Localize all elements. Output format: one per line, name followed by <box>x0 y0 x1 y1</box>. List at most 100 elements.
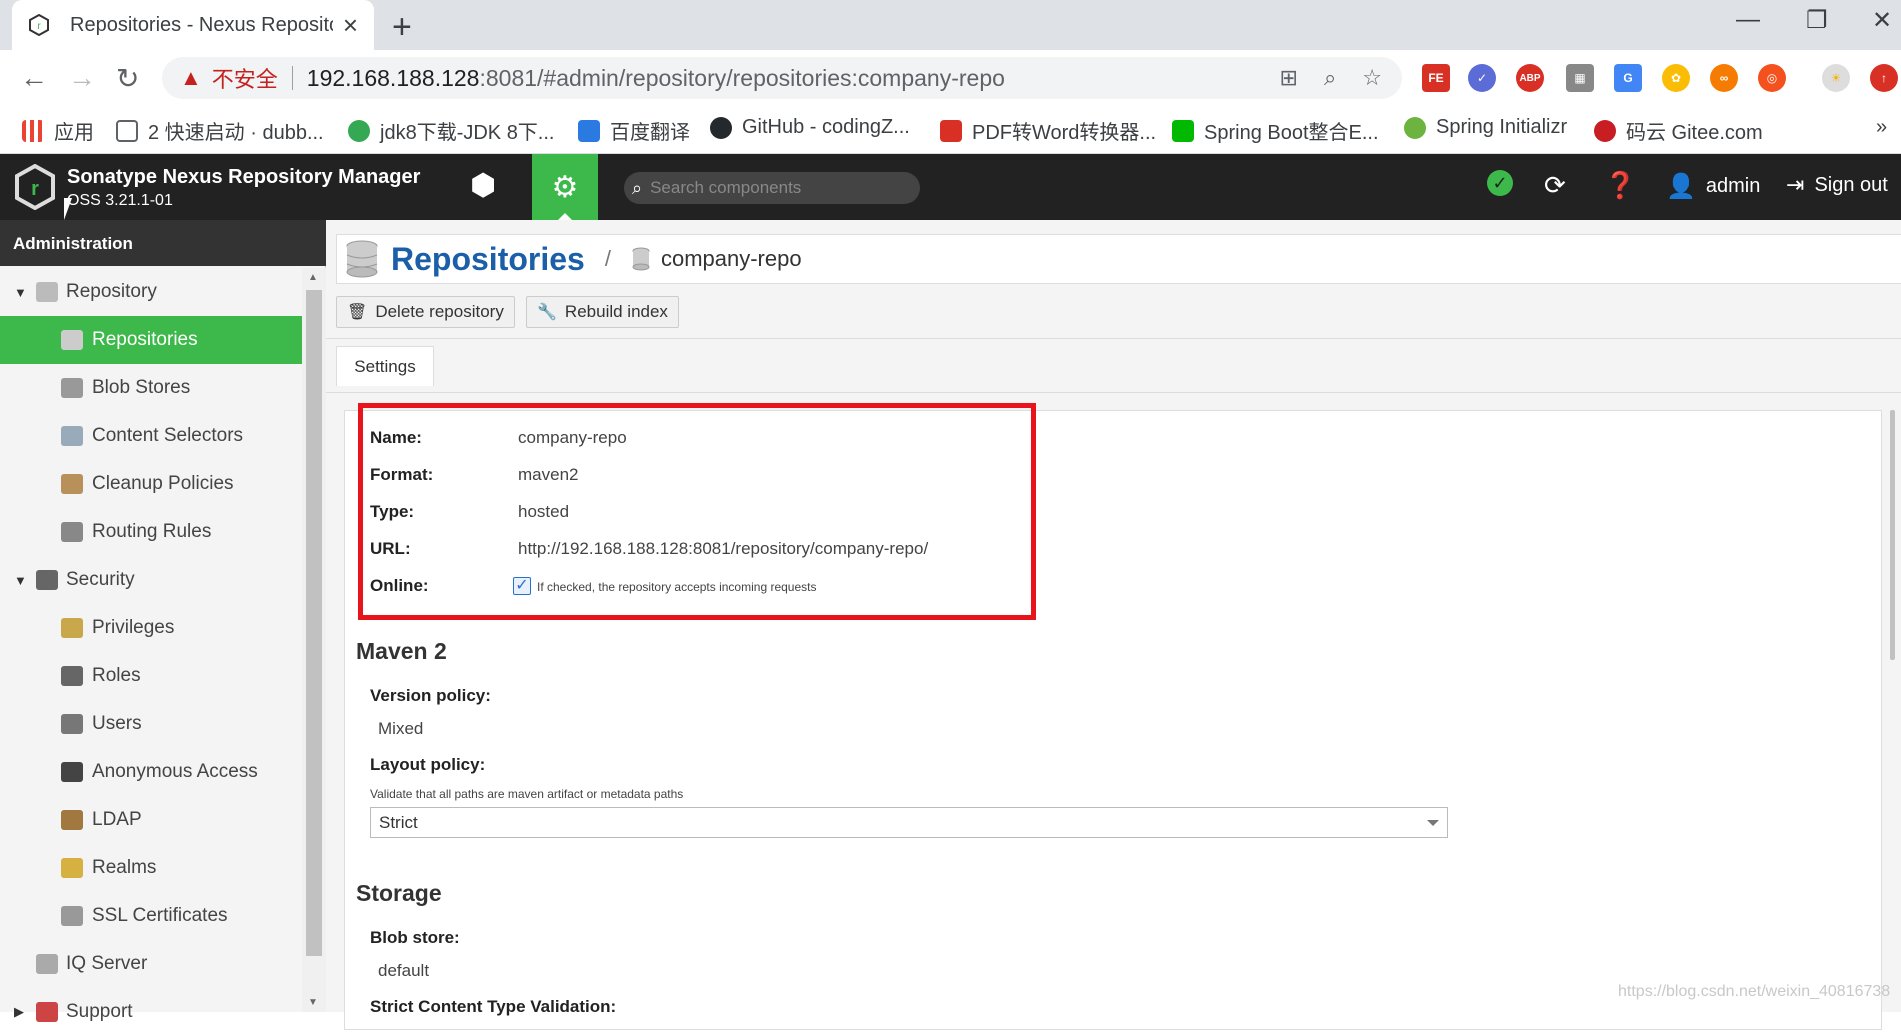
scrollbar-thumb[interactable] <box>306 290 322 956</box>
search-input[interactable] <box>650 178 891 198</box>
google-translate-icon[interactable]: G <box>1614 64 1642 92</box>
bookmark-item[interactable]: 码云 Gitee.com <box>1594 116 1763 145</box>
extension-lifebuoy-icon[interactable]: ◎ <box>1758 64 1786 92</box>
watermark: https://blog.csdn.net/weixin_40816738 <box>1618 983 1891 1000</box>
search-icon: ⌕ <box>632 177 643 198</box>
caret-down-icon[interactable]: ▼ <box>14 285 27 300</box>
extension-flower-icon[interactable]: ✿ <box>1662 64 1690 92</box>
sidebar-item-roles[interactable]: Roles <box>0 652 302 700</box>
sidebar-item-label: IQ Server <box>66 953 148 974</box>
search-box[interactable]: ⌕ <box>624 172 920 204</box>
tab-close-icon[interactable]: × <box>343 10 358 41</box>
caret-right-icon[interactable]: ▶ <box>14 1004 24 1020</box>
adblock-icon[interactable]: ABP <box>1516 64 1544 92</box>
sidebar-item-routing-rules[interactable]: Routing Rules <box>0 508 302 556</box>
tab-settings[interactable]: Settings <box>336 346 434 386</box>
database-icon <box>61 330 83 350</box>
forward-icon[interactable]: → <box>68 62 96 94</box>
sidebar-item-users[interactable]: Users <box>0 700 302 748</box>
bookmarks-bar: 应用 2 快速启动 · dubb... jdk8下载-JDK 8下... 百度翻… <box>0 106 1901 154</box>
bookmark-item[interactable]: jdk8下载-JDK 8下... <box>348 116 554 145</box>
gitee-icon <box>1594 119 1616 142</box>
nexus-logo-icon: r <box>15 164 55 210</box>
scroll-up-icon[interactable]: ▲ <box>308 272 318 283</box>
extension-grey-icon[interactable]: ▦ <box>1566 64 1594 92</box>
sidebar-item-label: Privileges <box>92 617 175 638</box>
layout-policy-select[interactable]: Strict <box>370 807 1448 838</box>
browse-cube-icon[interactable]: ⬢ <box>470 168 496 203</box>
sidebar-item-ssl-certificates[interactable]: SSL Certificates <box>0 892 302 940</box>
bookmark-item[interactable]: Spring Initializr <box>1404 116 1567 139</box>
rebuild-index-button[interactable]: 🔧 Rebuild index <box>526 296 679 328</box>
sidebar-item-ldap[interactable]: LDAP <box>0 796 302 844</box>
browser-toolbar: ← → ↻ ▲ 不安全 192.168.188.128 :8081/#admin… <box>0 50 1901 106</box>
restore-icon[interactable]: ❐ <box>1806 6 1828 35</box>
refresh-icon[interactable]: ⟳ <box>1544 170 1566 201</box>
svg-text:r: r <box>37 21 41 32</box>
sidebar-item-label: Anonymous Access <box>92 761 258 782</box>
address-bar[interactable]: ▲ 不安全 192.168.188.128 :8081/#admin/repos… <box>162 57 1402 99</box>
sidebar-item-iq-server[interactable]: IQ Server <box>0 940 302 988</box>
bookmark-item[interactable]: 2 快速启动 · dubb... <box>116 116 324 145</box>
bookmark-item[interactable]: PDF转Word转换器... <box>940 116 1156 145</box>
minimize-icon[interactable]: — <box>1736 6 1760 34</box>
bookmark-item[interactable]: Spring Boot整合E... <box>1172 116 1379 145</box>
id-card-icon <box>61 762 83 782</box>
scroll-down-icon[interactable]: ▼ <box>308 997 318 1008</box>
admin-gear-icon[interactable]: ⚙ <box>532 154 598 220</box>
blob-store-label: Blob store: <box>370 928 460 947</box>
bookmark-item[interactable]: GitHub - codingZ... <box>710 116 910 139</box>
sidebar-item-blob-stores[interactable]: Blob Stores <box>0 364 302 412</box>
support-icon <box>36 1002 58 1022</box>
sign-out-button[interactable]: ⇥ Sign out <box>1786 172 1888 198</box>
update-icon[interactable]: ↑ <box>1870 64 1898 92</box>
sidebar-item-label: Support <box>66 1001 133 1022</box>
sidebar-item-support[interactable]: ▶ Support <box>0 988 302 1036</box>
close-window-icon[interactable]: ✕ <box>1872 6 1892 35</box>
strict-content-type-label: Strict Content Type Validation: <box>370 997 617 1016</box>
bookmark-apps[interactable]: 应用 <box>22 116 94 145</box>
extension-check-icon[interactable]: ✓ <box>1468 64 1496 92</box>
sidebar-item-realms[interactable]: Realms <box>0 844 302 892</box>
user-menu[interactable]: 👤 admin <box>1666 172 1760 201</box>
sidebar-item-cleanup-policies[interactable]: Cleanup Policies <box>0 460 302 508</box>
translate-icon[interactable]: ⊞ <box>1280 65 1298 91</box>
back-icon[interactable]: ← <box>20 62 48 94</box>
more-bookmarks-icon[interactable]: » <box>1876 116 1887 139</box>
caret-down-icon[interactable]: ▼ <box>14 573 27 588</box>
reload-icon[interactable]: ↻ <box>116 62 139 95</box>
divider <box>291 66 293 90</box>
main-scrollbar[interactable] <box>1890 410 1895 660</box>
shield-icon <box>61 858 83 878</box>
bookmark-item[interactable]: 百度翻译 <box>578 116 690 145</box>
sidebar-item-repository[interactable]: ▼ Repository <box>0 268 302 316</box>
sidebar-item-label: Repositories <box>92 329 198 350</box>
extension-fe-icon[interactable]: FE <box>1422 64 1450 92</box>
version-policy-label: Version policy: <box>370 686 491 705</box>
server-icon <box>61 378 83 398</box>
sidebar-item-content-selectors[interactable]: Content Selectors <box>0 412 302 460</box>
help-icon[interactable]: ❓ <box>1604 170 1636 201</box>
delete-repository-button[interactable]: 🗑 Delete repository <box>336 296 515 328</box>
breadcrumb-root[interactable]: Repositories <box>391 241 585 278</box>
sidebar-item-anonymous-access[interactable]: Anonymous Access <box>0 748 302 796</box>
url-value[interactable]: http://192.168.188.128:8081/repository/c… <box>518 539 928 559</box>
sidebar-item-label: SSL Certificates <box>92 905 228 926</box>
rebuild-label: Rebuild index <box>564 302 668 321</box>
sidebar-scrollbar[interactable]: ▲ ▼ <box>302 268 326 1012</box>
system-status-icon[interactable]: ✓ <box>1487 170 1513 196</box>
zoom-icon[interactable]: ⌕ <box>1324 65 1336 91</box>
sidebar-item-security[interactable]: ▼ Security <box>0 556 302 604</box>
new-tab-icon[interactable]: + <box>392 8 412 47</box>
sidebar-item-repositories[interactable]: Repositories <box>0 316 302 364</box>
sign-out-icon: ⇥ <box>1786 172 1805 197</box>
bookmark-star-icon[interactable]: ☆ <box>1362 65 1382 91</box>
extension-infinity-icon[interactable]: ∞ <box>1710 64 1738 92</box>
browser-tab[interactable]: r Repositories - Nexus Reposito × <box>12 0 374 50</box>
version-policy-value: Mixed <box>378 719 424 738</box>
online-checkbox[interactable]: ✓ <box>513 577 531 595</box>
sidebar-item-label: Users <box>92 713 142 734</box>
profile-avatar[interactable]: ☀ <box>1822 64 1850 92</box>
sidebar-item-privileges[interactable]: Privileges <box>0 604 302 652</box>
book-icon <box>116 119 138 142</box>
